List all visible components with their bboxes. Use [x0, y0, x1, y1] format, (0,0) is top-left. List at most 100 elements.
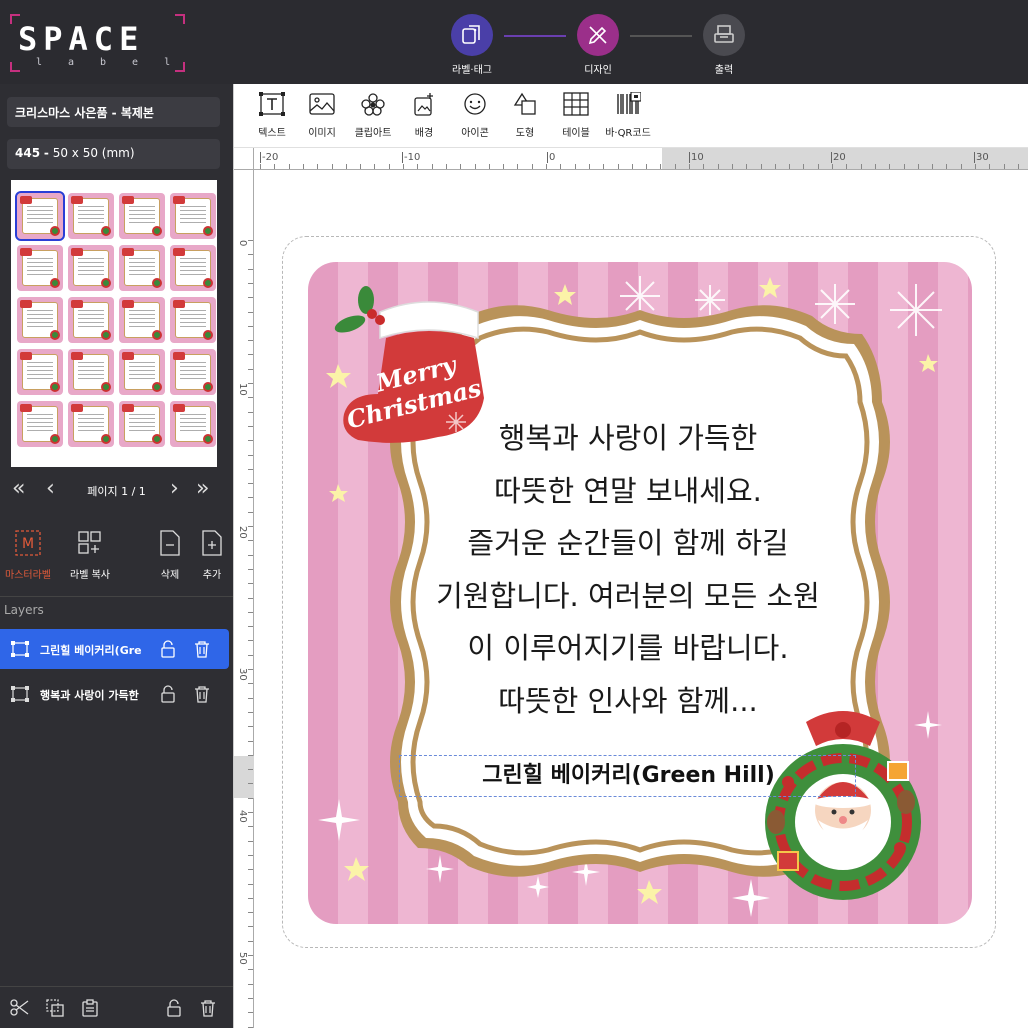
- thumbnail-text: [78, 206, 104, 226]
- copy-label-button[interactable]: 라벨 복사: [58, 530, 122, 581]
- copy-icon[interactable]: [46, 999, 64, 1017]
- ruler-tick: [903, 164, 905, 169]
- tool-table[interactable]: 테이블: [546, 92, 606, 139]
- ruler-tick-label: -10: [402, 152, 421, 163]
- message-text[interactable]: 행복과 사랑이 가득한 따뜻한 연말 보내세요. 즐거운 순간들이 함께 하길 …: [418, 412, 838, 727]
- thumbnail-text: [180, 258, 206, 278]
- label-thumbnail[interactable]: [170, 349, 216, 395]
- step-print[interactable]: 출력: [692, 14, 756, 76]
- copy-label-text: 라벨 복사: [70, 570, 110, 581]
- label-thumbnail[interactable]: [68, 245, 114, 291]
- ruler-tick-label: 20: [237, 526, 248, 539]
- ruler-tick: [248, 511, 253, 513]
- ruler-tick: [531, 164, 533, 169]
- signature-text-box[interactable]: 그린힐 베이커리(Green Hill): [399, 755, 856, 797]
- ruler-tick: [248, 912, 253, 914]
- lock-icon[interactable]: [160, 685, 176, 703]
- delete-all-icon[interactable]: [200, 999, 216, 1017]
- trash-icon[interactable]: [194, 685, 210, 703]
- layer-name: 그린힐 베이커리(Gre: [40, 644, 142, 657]
- ruler-tick: [588, 164, 590, 169]
- layer-item-message[interactable]: 행복과 사랑이 가득한: [0, 674, 229, 714]
- paste-icon[interactable]: [82, 999, 98, 1017]
- label-thumbnail[interactable]: [17, 245, 63, 291]
- trash-icon[interactable]: [194, 640, 210, 658]
- ruler-tick: [248, 955, 253, 956]
- wreath-icon: [203, 382, 213, 392]
- label-thumbnail[interactable]: [17, 349, 63, 395]
- ruler-tick-label: 50: [237, 952, 248, 965]
- shape-tool-icon: [513, 92, 536, 115]
- ruler-tick: [417, 164, 419, 169]
- label-thumbnail[interactable]: [170, 193, 216, 239]
- thumbnail-text: [129, 206, 155, 226]
- label-thumbnail[interactable]: [119, 401, 165, 447]
- ruler-tick: [248, 969, 253, 971]
- ruler-tick: [746, 164, 748, 169]
- label-thumbnail[interactable]: [68, 401, 114, 447]
- add-page-icon: [202, 530, 222, 556]
- ruler-tick: [274, 164, 276, 169]
- signature-text: 그린힐 베이커리(Green Hill): [482, 763, 775, 788]
- step-design[interactable]: 디자인: [566, 14, 630, 76]
- label-thumbnail[interactable]: [68, 193, 114, 239]
- ruler-tick: [674, 164, 676, 169]
- ruler-tick: [689, 164, 690, 169]
- ruler-tick: [546, 164, 547, 169]
- label-thumbnail[interactable]: [119, 297, 165, 343]
- ruler-tick: [846, 164, 848, 169]
- next-page-icon[interactable]: ›: [170, 476, 179, 501]
- label-thumbnail[interactable]: [119, 349, 165, 395]
- last-page-icon[interactable]: »: [196, 476, 209, 501]
- label-thumbnail[interactable]: [68, 349, 114, 395]
- label-thumbnail[interactable]: [17, 297, 63, 343]
- table-tool-icon: [563, 92, 589, 116]
- ruler-tick: [248, 826, 253, 828]
- ruler-tick-label: 30: [237, 668, 248, 681]
- ruler-tick: [248, 783, 253, 785]
- label-thumbnail[interactable]: [119, 245, 165, 291]
- cut-icon[interactable]: [10, 999, 30, 1017]
- label-thumbnail[interactable]: [170, 245, 216, 291]
- master-label-button[interactable]: M 마스터라벨: [0, 530, 60, 581]
- label-thumbnail[interactable]: [170, 297, 216, 343]
- ruler-tick: [789, 164, 791, 169]
- ruler-tick: [703, 164, 705, 169]
- tool-barcode[interactable]: 바·QR코드: [598, 91, 658, 139]
- bottom-tools: [0, 986, 233, 1028]
- horizontal-ruler: -20 -10 0 10 20 30: [254, 148, 1028, 170]
- layer-item-signature[interactable]: 그린힐 베이커리(Gre: [0, 629, 229, 669]
- ruler-tick: [717, 164, 719, 169]
- thumbnail-text: [129, 310, 155, 330]
- lock-all-icon[interactable]: [166, 999, 182, 1017]
- thumbnail-text: [129, 414, 155, 434]
- sheet-grid: [15, 191, 216, 447]
- ruler-tick: [248, 497, 253, 499]
- label-thumbnail[interactable]: [170, 401, 216, 447]
- ruler-tick: [288, 164, 290, 169]
- design-canvas[interactable]: Merry Christmas 행복과 사랑이 가득한 따뜻한 연말 보내세요.…: [255, 171, 1028, 1028]
- label-thumbnail[interactable]: [15, 191, 65, 241]
- workflow-steps: 라벨·태그 디자인 출력: [440, 14, 760, 78]
- size-text: 50 x 50 (mm): [52, 146, 135, 160]
- ruler-corner: [234, 148, 254, 170]
- ruler-tick: [248, 411, 253, 413]
- label-card[interactable]: Merry Christmas 행복과 사랑이 가득한 따뜻한 연말 보내세요.…: [308, 262, 972, 924]
- ruler-tick: [248, 468, 253, 470]
- thumbnail-text: [180, 362, 206, 382]
- label-thumbnail[interactable]: [68, 297, 114, 343]
- santa-wreath-clipart[interactable]: [758, 702, 928, 912]
- logo-subtitle: label: [36, 57, 197, 68]
- document-title[interactable]: 크리스마스 사은품 - 복제본: [7, 97, 220, 127]
- wreath-icon: [152, 226, 162, 236]
- ruler-tick: [860, 164, 862, 169]
- logo[interactable]: SPACE label: [10, 14, 185, 72]
- thumbnail-text: [27, 414, 53, 434]
- ruler-tick: [374, 164, 376, 169]
- lock-icon[interactable]: [160, 640, 176, 658]
- message-line: 기원합니다. 여러분의 모든 소원: [436, 578, 820, 613]
- wreath-icon: [152, 278, 162, 288]
- step-label-tag[interactable]: 라벨·태그: [440, 14, 504, 76]
- label-thumbnail[interactable]: [119, 193, 165, 239]
- label-thumbnail[interactable]: [17, 401, 63, 447]
